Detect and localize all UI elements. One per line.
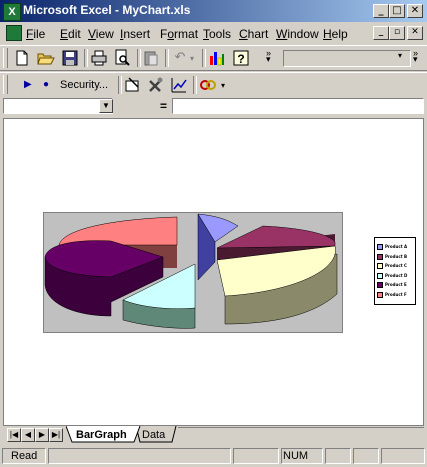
toolbar-separator: [84, 49, 88, 67]
last-sheet-icon[interactable]: ▶|: [49, 428, 63, 442]
toolbar-separator: [202, 49, 206, 67]
security-button[interactable]: Security...: [60, 79, 108, 91]
paste-icon[interactable]: [141, 48, 161, 68]
zoom-box[interactable]: [283, 50, 411, 67]
control-toolbox-icon[interactable]: [123, 75, 143, 95]
design-mode-icon[interactable]: [169, 75, 189, 95]
pie-slice-product-c[interactable]: [216, 245, 338, 325]
status-cell: [48, 448, 231, 464]
toolbar-separator: [165, 49, 169, 67]
window-title: Microsoft Excel - MyChart.xls: [23, 3, 191, 17]
undo-dropdown-icon[interactable]: ▾: [190, 54, 194, 63]
chart-legend[interactable]: Product A Product B Product C Product D Prod…: [374, 237, 416, 305]
close-button[interactable]: ✕: [407, 4, 423, 18]
minimize-button[interactable]: _: [373, 4, 389, 18]
name-box[interactable]: [3, 98, 113, 114]
toolbar-overflow-icon[interactable]: » ▾: [413, 49, 418, 64]
legend-label: Product F: [385, 291, 407, 297]
hyperlink-dropdown-icon[interactable]: ▾: [221, 81, 225, 90]
menu-chart[interactable]: Chart: [239, 27, 268, 41]
undo-icon[interactable]: ↶: [170, 48, 190, 68]
print-icon[interactable]: [89, 48, 109, 68]
status-cell: [325, 448, 351, 464]
formula-input[interactable]: [172, 98, 424, 114]
zoom-dropdown-icon[interactable]: ▾: [398, 51, 402, 60]
name-box-dropdown-icon[interactable]: ▼: [99, 99, 113, 113]
status-ready-text: Read: [11, 450, 38, 462]
workbook-restore-button[interactable]: ▫: [389, 26, 405, 40]
status-cell: [381, 448, 425, 464]
chart-wizard-icon[interactable]: [207, 48, 227, 68]
save-icon[interactable]: [60, 48, 80, 68]
next-sheet-icon[interactable]: ▶: [35, 428, 49, 442]
horizontal-scroll-area[interactable]: [178, 427, 424, 443]
print-preview-icon[interactable]: [112, 48, 132, 68]
status-message-cell: Read: [2, 448, 46, 464]
legend-entry[interactable]: Product A: [377, 243, 407, 251]
legend-swatch: [377, 272, 383, 279]
legend-label: Product A: [385, 244, 408, 249]
svg-text:?: ?: [237, 52, 244, 66]
legend-label: Product C: [385, 263, 407, 268]
workbook-close-button[interactable]: ✕: [407, 26, 423, 40]
run-macro-icon[interactable]: ▶: [24, 79, 32, 90]
toolbar-separator: [193, 76, 197, 94]
toolbar-overflow-icon[interactable]: » ▾: [266, 49, 271, 64]
status-num-cell: NUM: [281, 448, 323, 464]
tools-icon[interactable]: [146, 75, 166, 95]
open-icon[interactable]: [36, 48, 56, 68]
menu-help[interactable]: Help: [323, 27, 348, 41]
legend-swatch: [377, 291, 383, 298]
legend-entry[interactable]: Product E: [377, 281, 407, 289]
tab-bargraph[interactable]: BarGraph: [76, 429, 127, 441]
menu-window[interactable]: Window: [276, 27, 319, 41]
hyperlink-icon[interactable]: [198, 75, 218, 95]
status-cell: [353, 448, 379, 464]
title-bar: X Microsoft Excel - MyChart.xls: [0, 0, 427, 22]
previous-sheet-icon[interactable]: ◀: [21, 428, 35, 442]
record-macro-icon[interactable]: ●: [43, 79, 49, 90]
legend-label: Product D: [385, 272, 408, 278]
legend-entry[interactable]: Product D: [377, 272, 407, 280]
legend-entry[interactable]: Product B: [377, 253, 407, 261]
toolbar-grip[interactable]: [3, 48, 8, 68]
legend-label: Product E: [385, 282, 407, 287]
restore-button[interactable]: □: [389, 4, 405, 18]
legend-entry[interactable]: Product F: [377, 291, 407, 299]
menu-view[interactable]: View: [88, 27, 114, 41]
legend-entry[interactable]: Product C: [377, 262, 407, 270]
formula-equals-button[interactable]: =: [160, 99, 167, 113]
legend-label: Product B: [385, 253, 408, 259]
legend-swatch: [377, 244, 383, 250]
status-num-text: NUM: [283, 450, 309, 462]
menu-edit[interactable]: Edit: [60, 27, 81, 41]
legend-swatch: [377, 253, 383, 260]
new-icon[interactable]: [12, 48, 32, 68]
workbook-minimize-button[interactable]: _: [373, 26, 389, 40]
tab-data[interactable]: Data: [142, 429, 165, 441]
first-sheet-icon[interactable]: |◀: [7, 428, 21, 442]
excel-app-icon[interactable]: X: [3, 3, 21, 21]
menu-file[interactable]: File: [26, 27, 45, 41]
pie-chart[interactable]: [43, 212, 343, 333]
status-cell: [233, 448, 279, 464]
toolbar-grip[interactable]: [3, 75, 8, 94]
legend-swatch: [377, 282, 383, 288]
help-icon[interactable]: ?: [231, 48, 251, 68]
workbook-icon[interactable]: [6, 25, 22, 41]
menu-insert[interactable]: Insert: [120, 27, 150, 41]
toolbar-separator: [118, 76, 122, 94]
menu-format[interactable]: Format: [160, 27, 198, 41]
legend-swatch: [377, 263, 383, 269]
menu-tools[interactable]: Tools: [203, 27, 231, 41]
